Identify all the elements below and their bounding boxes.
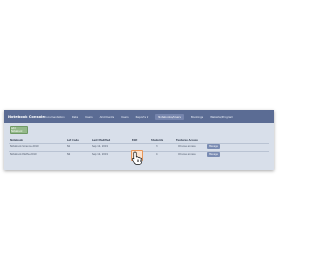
nav-item-1[interactable]: Documentation: [44, 115, 65, 119]
nav-item-5[interactable]: Users: [121, 115, 129, 119]
row-2-notebook[interactable]: Notebook-Maths-2019: [10, 153, 37, 156]
column-header-access: Features Access: [176, 139, 198, 142]
nav-item-3[interactable]: Users: [85, 115, 93, 119]
row-1-manage-button[interactable]: Manage: [207, 144, 220, 149]
nav-item-8[interactable]: Bookings: [191, 115, 203, 119]
row-1-date: Sep 12, 2019: [92, 145, 108, 148]
row-1-count: 3: [156, 145, 158, 148]
column-header-notebook: Notebook: [10, 139, 23, 142]
nav-item-4[interactable]: Allotments: [100, 115, 114, 119]
nav-item-active[interactable]: Notebooks/Users: [155, 113, 184, 120]
pointer-cursor-icon: [131, 151, 143, 165]
row-1-access[interactable]: Choose access: [178, 145, 196, 148]
row-2-date: Sep 12, 2019: [92, 153, 108, 156]
nav-item-2[interactable]: Data: [72, 115, 78, 119]
header-divider: [9, 143, 269, 144]
nav-item-reports-dropdown[interactable]: Reports ▾: [136, 115, 149, 119]
column-header-students: Students: [151, 139, 164, 142]
column-header-code: Lot Code: [67, 139, 79, 142]
row-2-count: 4: [156, 153, 158, 156]
top-navbar: Notebook Console Documentation Data User…: [4, 110, 274, 123]
column-header-modified: Last Modified: [92, 139, 111, 142]
row-1-notebook[interactable]: Notebook-Science-2019: [10, 145, 39, 148]
row-1-code: N1: [67, 145, 71, 148]
nav-item-9[interactable]: Website/Program: [210, 115, 233, 119]
row-2-access[interactable]: Choose access: [178, 153, 196, 156]
app-brand[interactable]: Notebook Console: [8, 115, 45, 119]
column-header-edit: Edit: [132, 139, 138, 142]
row-2-code: N2: [67, 153, 71, 156]
add-notebook-button[interactable]: Add Notebook: [10, 126, 28, 134]
row-2-manage-button[interactable]: Manage: [207, 152, 220, 157]
